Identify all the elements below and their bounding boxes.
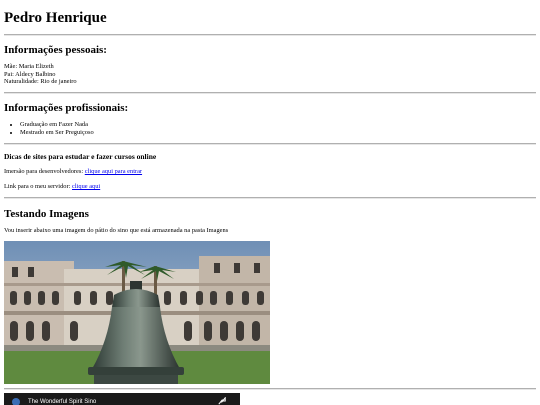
personal-heading: Informações pessoais:	[4, 44, 107, 56]
images-description: Vou inserir abaixo uma imagem do pátio d…	[4, 227, 229, 234]
divider	[4, 143, 536, 145]
tips-heading: Dicas de sites para estudar e fazer curs…	[4, 152, 157, 161]
professional-heading: Informações profissionais:	[4, 102, 129, 114]
list-item: Graduação em Fazer Nada	[20, 121, 94, 129]
bell-courtyard-image	[4, 241, 270, 384]
divider	[4, 34, 536, 36]
tips-line-2: Link para o meu servidor: clique aqui	[4, 183, 100, 191]
divider	[4, 92, 536, 94]
tips-line-2-label: Link para o meu servidor:	[4, 183, 72, 190]
personal-birthplace: Naturalidade: Rio de janeiro	[4, 78, 77, 85]
server-link[interactable]: clique aqui	[72, 183, 100, 190]
tips-line-1-label: Imersão para desenvolvedores:	[4, 168, 85, 175]
video-title[interactable]: The Wonderful Spirit Sino	[28, 399, 96, 405]
immersion-link[interactable]: clique aqui para entrar	[85, 168, 142, 175]
page-title: Pedro Henrique	[4, 10, 107, 26]
personal-mother: Mãe: Maria Elizeth	[4, 63, 54, 70]
personal-father: Pai: Aldecy Balbino	[4, 70, 56, 78]
video-channel-icon	[12, 398, 20, 405]
professional-list: Graduação em Fazer Nada Mestrado em Ser …	[4, 121, 94, 136]
divider	[4, 197, 536, 199]
images-heading: Testando Imagens	[4, 208, 89, 220]
list-item: Mestrado em Ser Preguiçoso	[20, 129, 94, 137]
tips-line-1: Imersão para desenvolvedores: clique aqu…	[4, 168, 142, 176]
share-icon[interactable]	[218, 397, 226, 405]
embedded-video[interactable]: The Wonderful Spirit Sino	[4, 393, 240, 405]
divider	[4, 388, 536, 390]
